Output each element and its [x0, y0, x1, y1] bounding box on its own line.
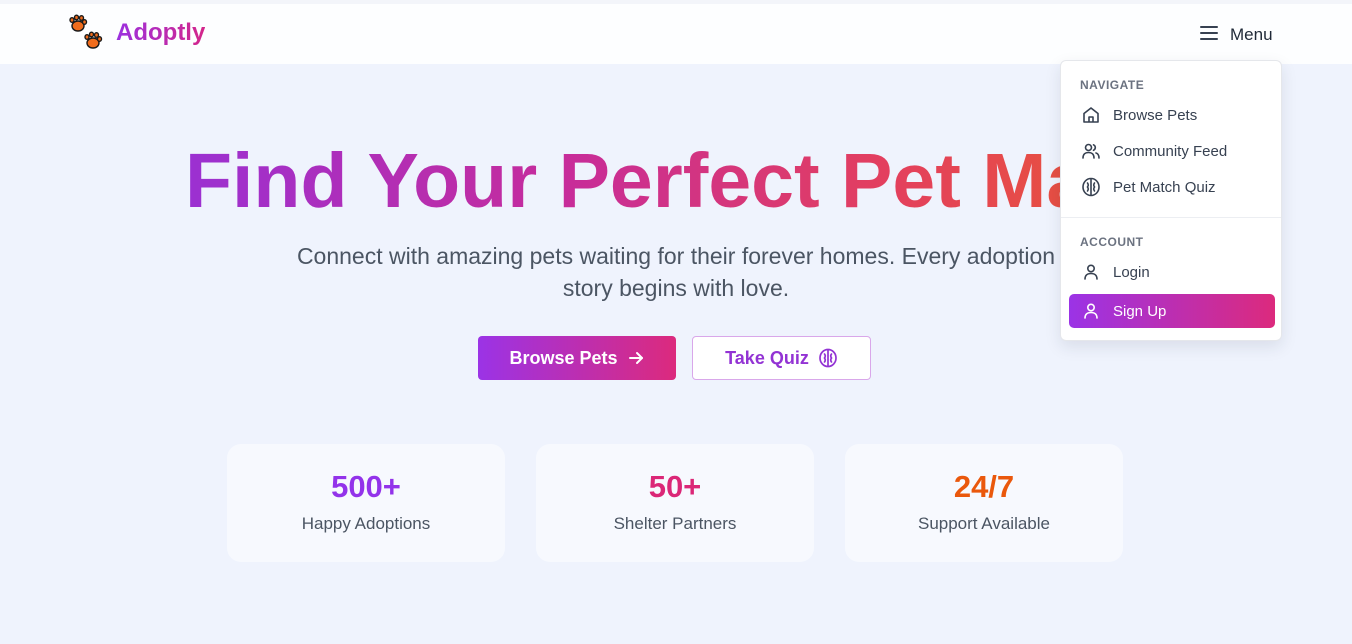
stat-card-shelters: 50+ Shelter Partners [536, 444, 814, 562]
browse-pets-label: Browse Pets [509, 347, 618, 368]
take-quiz-label: Take Quiz [725, 347, 809, 368]
arrow-right-icon [628, 352, 643, 364]
user-icon [1084, 303, 1098, 319]
top-navbar: Adoptly Menu [0, 0, 1352, 64]
brand-logo[interactable]: Adoptly [68, 14, 205, 52]
menu-item-login[interactable]: Login [1069, 255, 1275, 289]
stat-label: Shelter Partners [613, 514, 737, 533]
hero-title: Find Your Perfect Pet Match [185, 138, 1205, 224]
menu-item-label: Sign Up [1113, 302, 1167, 320]
menu-button[interactable]: Menu [1198, 21, 1273, 49]
stat-label: Support Available [917, 514, 1050, 533]
menu-item-browse-pets[interactable]: Browse Pets [1069, 98, 1275, 132]
hero-subtitle: Connect with amazing pets waiting for th… [296, 243, 1056, 301]
menu-item-label: Browse Pets [1113, 106, 1198, 124]
menu-divider [1061, 217, 1281, 218]
menu-item-pet-match-quiz[interactable]: Pet Match Quiz [1069, 170, 1275, 204]
stat-value: 24/7 [953, 469, 1015, 504]
stat-value: 500+ [331, 469, 401, 504]
browse-pets-button[interactable]: Browse Pets [478, 336, 676, 380]
paw-icon [68, 14, 106, 52]
stat-value: 50+ [648, 469, 702, 504]
home-icon [1083, 107, 1099, 123]
menu-item-label: Login [1113, 263, 1150, 281]
hamburger-icon [1198, 22, 1220, 49]
take-quiz-button[interactable]: Take Quiz [692, 336, 871, 380]
menu-item-sign-up[interactable]: Sign Up [1069, 294, 1275, 328]
users-icon [1082, 143, 1100, 159]
menu-item-label: Pet Match Quiz [1113, 178, 1216, 196]
stat-card-support: 24/7 Support Available [845, 444, 1123, 562]
stat-label: Happy Adoptions [301, 514, 431, 533]
nav-dropdown-menu: NAVIGATE Browse Pets Community Feed Pet … [1060, 60, 1282, 341]
navigate-heading: NAVIGATE [1080, 78, 1145, 92]
menu-item-label: Community Feed [1113, 142, 1228, 160]
account-heading: ACCOUNT [1080, 235, 1144, 249]
brand-name: Adoptly [116, 19, 206, 46]
stat-card-adoptions: 500+ Happy Adoptions [227, 444, 505, 562]
brain-icon [1082, 177, 1100, 197]
menu-label: Menu [1230, 25, 1273, 44]
menu-item-community-feed[interactable]: Community Feed [1069, 134, 1275, 168]
user-icon [1084, 264, 1098, 280]
brain-icon [818, 348, 837, 368]
